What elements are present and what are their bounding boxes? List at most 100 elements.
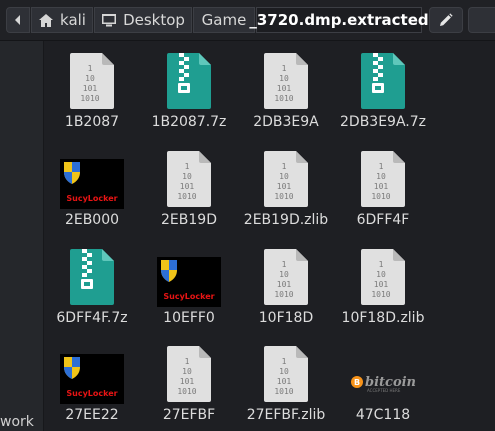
file-icon: Bbitcoin ACCEPTED HERE [350, 344, 420, 404]
breadcrumb-label: kali [60, 11, 86, 29]
svg-text:10: 10 [279, 172, 289, 181]
file-icon: 1 10 101 1010 [359, 247, 407, 307]
file-item[interactable]: 1 10 101 1010 2DB3E9A [238, 41, 334, 131]
file-icon: 1 10 101 1010 [165, 149, 213, 209]
svg-text:1: 1 [88, 64, 93, 73]
svg-text:10: 10 [376, 270, 386, 279]
breadcrumb-current-folder[interactable]: _3720.dmp.extracted [249, 7, 429, 33]
file-icon: SucyLocker [60, 344, 125, 404]
toolbar-overflow-button[interactable] [468, 7, 495, 33]
bitcoin-sublabel: ACCEPTED HERE [367, 388, 401, 393]
sidebar-item-label[interactable]: work [0, 414, 34, 430]
binary-file-icon: 1 10 101 1010 [167, 151, 211, 207]
file-icon: 1 10 101 1010 [262, 247, 310, 307]
breadcrumb-label: Game [201, 11, 247, 29]
file-item[interactable]: SucyLocker 10EFF0 [141, 237, 237, 327]
file-grid: 1 10 101 1010 1B2087 1B2087.7z 1 10 101 … [44, 41, 495, 431]
svg-text:1010: 1010 [371, 290, 390, 299]
svg-text:101: 101 [83, 84, 98, 93]
svg-text:101: 101 [277, 280, 292, 289]
path-bar: kali Desktop Game _3720.dmp.extracted [0, 0, 495, 41]
desktop-icon [102, 14, 117, 27]
file-item[interactable]: Bbitcoin ACCEPTED HERE 47C118 [335, 334, 431, 424]
svg-text:10: 10 [85, 74, 95, 83]
svg-text:101: 101 [180, 377, 195, 386]
file-item[interactable]: 6DFF4F.7z [44, 237, 140, 327]
file-name: 2EB19D.zlib [243, 212, 329, 228]
file-icon: 1 10 101 1010 [165, 344, 213, 404]
file-item[interactable]: 1 10 101 1010 6DFF4F [335, 139, 431, 229]
svg-text:1010: 1010 [177, 192, 196, 201]
svg-text:10: 10 [182, 367, 192, 376]
archive-file-icon [70, 249, 114, 305]
svg-text:101: 101 [374, 280, 389, 289]
svg-text:1010: 1010 [274, 387, 293, 396]
svg-text:101: 101 [180, 182, 195, 191]
file-item[interactable]: 1 10 101 1010 2EB19D.zlib [238, 139, 334, 229]
svg-text:1: 1 [379, 260, 384, 269]
file-icon [68, 247, 116, 307]
file-name: 2DB3E9A [253, 114, 319, 130]
file-icon: 1 10 101 1010 [262, 149, 310, 209]
shield-icon: SucyLocker [60, 354, 124, 404]
binary-file-icon: 1 10 101 1010 [167, 346, 211, 402]
locker-label: SucyLocker [66, 389, 117, 398]
svg-text:10: 10 [182, 172, 192, 181]
svg-text:1010: 1010 [80, 94, 99, 103]
svg-text:1: 1 [185, 357, 190, 366]
svg-text:1: 1 [282, 162, 287, 171]
svg-text:B: B [354, 378, 360, 387]
file-item[interactable]: 1B2087.7z [141, 41, 237, 131]
file-name: 2EB19D [161, 212, 217, 228]
file-name: 2DB3E9A.7z [340, 114, 426, 130]
breadcrumb-kali[interactable]: kali [31, 7, 93, 33]
file-name: 27EE22 [65, 407, 119, 423]
file-icon [165, 51, 213, 111]
file-item[interactable]: 1 10 101 1010 2EB19D [141, 139, 237, 229]
image-thumbnail: SucyLocker [60, 354, 124, 404]
file-item[interactable]: SucyLocker 27EE22 [44, 334, 140, 424]
back-button[interactable] [6, 7, 30, 33]
file-name: 10EFF0 [163, 310, 215, 326]
binary-file-icon: 1 10 101 1010 [264, 53, 308, 109]
file-item[interactable]: SucyLocker 2EB000 [44, 139, 140, 229]
svg-text:1010: 1010 [274, 290, 293, 299]
home-icon [39, 13, 54, 27]
breadcrumb-desktop[interactable]: Desktop [94, 7, 192, 33]
file-item[interactable]: 1 10 101 1010 10F18D [238, 237, 334, 327]
shield-icon: SucyLocker [60, 159, 124, 209]
file-item[interactable]: 1 10 101 1010 27EFBF [141, 334, 237, 424]
file-name: 10F18D.zlib [341, 310, 425, 326]
bitcoin-icon: BbitcoinACCEPTED HERE [351, 375, 416, 393]
file-item[interactable]: 1 10 101 1010 1B2087 [44, 41, 140, 131]
svg-text:10: 10 [279, 74, 289, 83]
file-icon: SucyLocker [60, 149, 125, 209]
binary-file-icon: 1 10 101 1010 [361, 151, 405, 207]
image-thumbnail: SucyLocker [60, 159, 124, 209]
archive-file-icon [167, 53, 211, 109]
locker-label: SucyLocker [66, 194, 117, 203]
image-thumbnail: Bbitcoin ACCEPTED HERE [349, 354, 416, 404]
file-name: 27EFBF.zlib [246, 407, 326, 423]
file-item[interactable]: 1 10 101 1010 10F18D.zlib [335, 237, 431, 327]
edit-location-button[interactable] [429, 7, 463, 33]
file-item[interactable]: 1 10 101 1010 27EFBF.zlib [238, 334, 334, 424]
svg-text:1: 1 [185, 162, 190, 171]
image-thumbnail: SucyLocker [157, 257, 221, 307]
svg-text:101: 101 [277, 84, 292, 93]
svg-text:1010: 1010 [177, 387, 196, 396]
binary-file-icon: 1 10 101 1010 [264, 346, 308, 402]
file-name: 47C118 [355, 407, 411, 423]
svg-text:1010: 1010 [274, 94, 293, 103]
file-name: 27EFBF [162, 407, 216, 423]
file-item[interactable]: 2DB3E9A.7z [335, 41, 431, 131]
svg-text:1: 1 [379, 162, 384, 171]
file-name: 6DFF4F.7z [56, 310, 128, 326]
file-name: 1B2087.7z [151, 114, 227, 130]
svg-text:10: 10 [376, 172, 386, 181]
binary-file-icon: 1 10 101 1010 [361, 249, 405, 305]
svg-text:1: 1 [282, 357, 287, 366]
file-icon: 1 10 101 1010 [262, 51, 310, 111]
svg-text:101: 101 [277, 377, 292, 386]
breadcrumb-game[interactable]: Game [193, 7, 255, 33]
